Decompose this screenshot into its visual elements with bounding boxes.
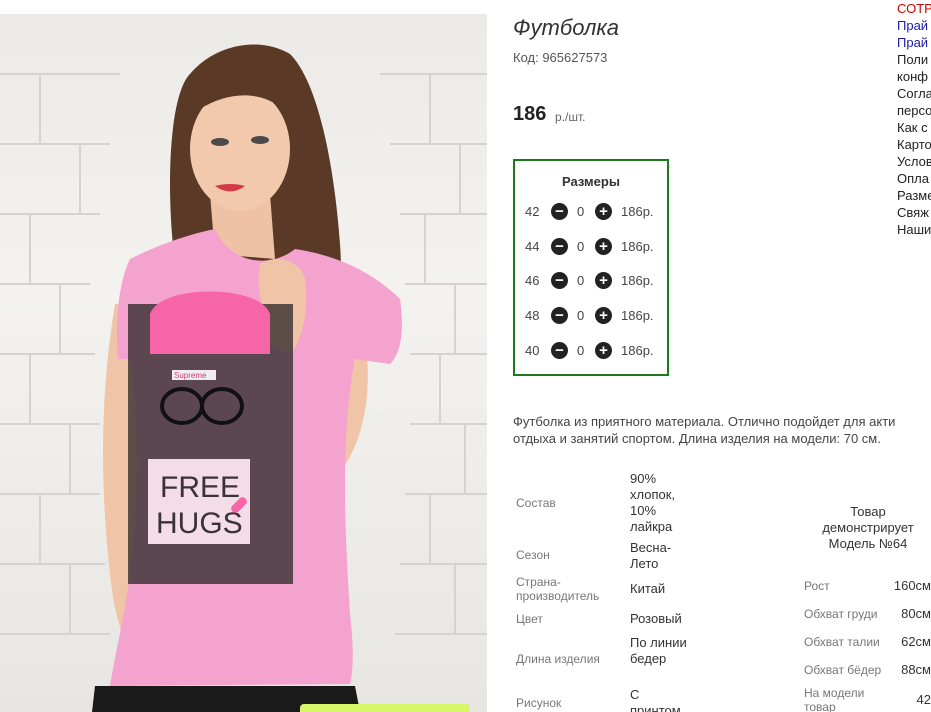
attr-value-season: Весна-Лето — [630, 540, 672, 571]
side-menu-item[interactable]: Как с — [897, 119, 931, 136]
attr-value-length: По линии бедер — [630, 635, 687, 666]
size-price: 186р. — [621, 343, 654, 358]
plus-icon[interactable]: + — [595, 203, 612, 220]
model-value: 80см — [901, 606, 931, 621]
minus-icon[interactable]: − — [551, 342, 568, 359]
size-price: 186р. — [621, 308, 654, 323]
size-price: 186р. — [621, 204, 654, 219]
side-menu-item[interactable]: Согла — [897, 85, 931, 102]
model-row-hips: Обхват бёдер 88см — [804, 662, 931, 680]
model-label: На модели товар — [804, 686, 865, 712]
model-row-size: На модели товар 42 — [804, 686, 931, 712]
model-value: 88см — [901, 662, 931, 677]
size-row: 42 − 0 + 186р. — [515, 201, 667, 223]
hat-label: Supreme — [174, 371, 207, 380]
side-menu-item[interactable]: Карто — [897, 136, 931, 153]
quantity-value: 0 — [577, 343, 585, 358]
side-menu-item[interactable]: Разме — [897, 187, 931, 204]
quantity-value: 0 — [577, 239, 585, 254]
plus-icon[interactable]: + — [595, 307, 612, 324]
attr-value-composition: 90% хлопок, 10% лайкра — [630, 471, 676, 534]
product-title: Футболка — [513, 15, 619, 40]
plus-icon[interactable]: + — [595, 238, 612, 255]
side-menu-item[interactable]: Наши — [897, 221, 931, 238]
description-line: Футболка из приятного материала. Отлично… — [513, 414, 896, 429]
minus-icon[interactable]: − — [551, 238, 568, 255]
side-menu-item[interactable]: СОТР — [897, 0, 931, 17]
model-heading: Товар демонстрирует Модель №64 — [822, 504, 914, 551]
size-value: 44 — [525, 239, 540, 254]
attr-label-pattern: Рисунок — [516, 696, 562, 710]
side-menu-item[interactable]: Свяж — [897, 204, 931, 221]
plus-icon[interactable]: + — [595, 272, 612, 289]
quantity-value: 0 — [577, 308, 585, 323]
model-value: 62см — [901, 634, 931, 649]
sizes-title: Размеры — [562, 174, 620, 189]
print-text-hugs: HUGS — [156, 507, 243, 540]
size-row: 40 − 0 + 186р. — [515, 340, 667, 362]
size-value: 40 — [525, 343, 540, 358]
model-label: Обхват талии — [804, 635, 880, 649]
sizes-panel: Размеры 42 − 0 + 186р. 44 − 0 + 186р. 46… — [513, 159, 669, 376]
attr-label-composition: Состав — [516, 496, 556, 510]
size-value: 46 — [525, 273, 540, 288]
print-text-free: FREE — [160, 471, 240, 504]
side-menu-item[interactable]: Поли — [897, 51, 931, 68]
minus-icon[interactable]: − — [551, 203, 568, 220]
product-price: 186 — [513, 103, 547, 125]
model-label: Рост — [804, 579, 830, 593]
quantity-value: 0 — [577, 204, 585, 219]
description-line: отдыха и занятий спортом. Длина изделия … — [513, 431, 881, 446]
side-menu-item[interactable]: Прай — [897, 34, 931, 51]
size-price: 186р. — [621, 273, 654, 288]
attr-value-pattern: С принтом — [630, 687, 681, 712]
product-photo[interactable]: Supreme FREE HUGS — [0, 14, 487, 712]
product-code: Код: 965627573 — [513, 50, 608, 65]
plus-icon[interactable]: + — [595, 342, 612, 359]
product-description: Футболка из приятного материала. Отлично… — [513, 413, 931, 447]
side-menu-item[interactable]: Услов — [897, 153, 931, 170]
size-price: 186р. — [621, 239, 654, 254]
model-label: Обхват груди — [804, 607, 878, 621]
size-row: 44 − 0 + 186р. — [515, 236, 667, 258]
minus-icon[interactable]: − — [551, 272, 568, 289]
attr-label-length: Длина изделия — [516, 652, 600, 666]
quantity-value: 0 — [577, 273, 585, 288]
side-menu: СОТР Прай Прай Поли конф Согла персо Как… — [897, 0, 931, 238]
attr-label-country: Страна-производитель — [516, 575, 600, 603]
side-menu-item[interactable]: конф — [897, 68, 931, 85]
bottom-highlight-bar — [300, 704, 470, 712]
attr-label-season: Сезон — [516, 548, 550, 562]
side-menu-item[interactable]: персо — [897, 102, 931, 119]
attr-value-color: Розовый — [630, 611, 682, 626]
size-value: 48 — [525, 308, 540, 323]
size-value: 42 — [525, 204, 540, 219]
attr-label-color: Цвет — [516, 612, 543, 626]
size-row: 46 − 0 + 186р. — [515, 270, 667, 292]
attr-value-country: Китай — [630, 581, 666, 596]
model-row-height: Рост 160см — [804, 578, 931, 596]
price-unit: р./шт. — [555, 110, 586, 124]
model-row-waist: Обхват талии 62см — [804, 634, 931, 652]
model-illustration: Supreme FREE HUGS — [0, 44, 487, 712]
minus-icon[interactable]: − — [551, 307, 568, 324]
model-row-chest: Обхват груди 80см — [804, 606, 931, 624]
model-value: 42 — [916, 692, 931, 707]
side-menu-item[interactable]: Прай — [897, 17, 931, 34]
model-value: 160см — [893, 578, 931, 593]
model-label: Обхват бёдер — [804, 663, 882, 677]
side-menu-item[interactable]: Опла — [897, 170, 931, 187]
size-row: 48 − 0 + 186р. — [515, 305, 667, 327]
